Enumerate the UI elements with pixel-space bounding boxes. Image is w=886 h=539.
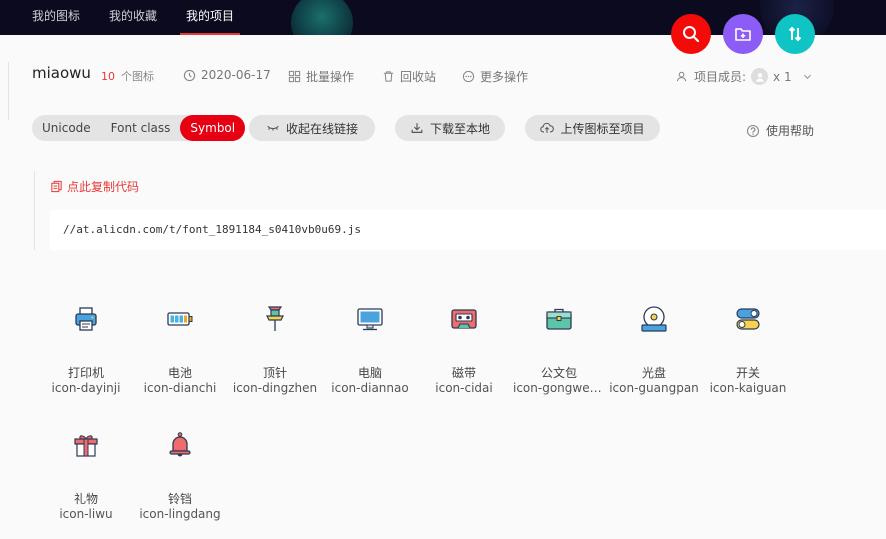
download-label: 下载至本地 bbox=[429, 121, 490, 136]
recycle-bin-label: 回收站 bbox=[400, 70, 437, 84]
download-button[interactable]: 下载至本地 bbox=[395, 115, 505, 141]
chevron-down-icon bbox=[803, 74, 811, 80]
icon-item-dianchi[interactable]: 电池 icon-dianchi bbox=[132, 304, 228, 398]
icon-item-dayinji[interactable]: 打印机 icon-dayinji bbox=[38, 304, 134, 398]
question-circle-icon bbox=[746, 124, 760, 137]
copy-code-link[interactable]: 点此复制代码 bbox=[50, 178, 139, 195]
search-button[interactable] bbox=[671, 14, 711, 54]
pushpin-icon bbox=[266, 306, 284, 331]
upload-icons-label: 上传图标至项目 bbox=[560, 121, 645, 136]
sort-button[interactable] bbox=[775, 14, 815, 54]
icon-name: 电脑 bbox=[357, 366, 382, 380]
icon-font-class: icon-kaiguan bbox=[709, 381, 787, 395]
project-name: miaowu bbox=[32, 64, 91, 82]
icon-font-class: icon-cidai bbox=[435, 381, 493, 395]
gift-icon bbox=[74, 435, 98, 457]
disc-icon bbox=[641, 306, 667, 332]
icon-name: 公文包 bbox=[540, 366, 577, 380]
monitor-icon bbox=[357, 308, 383, 331]
eye-closed-icon bbox=[267, 125, 279, 131]
printer-icon bbox=[75, 307, 97, 331]
nav-my-projects[interactable]: 我的项目 bbox=[180, 0, 241, 35]
icon-font-class: icon-dingzhen bbox=[232, 381, 318, 395]
upload-icons-button[interactable]: 上传图标至项目 bbox=[525, 115, 660, 141]
sort-updown-icon bbox=[788, 26, 802, 42]
more-operations-button[interactable]: 更多操作 bbox=[462, 68, 528, 85]
batch-operation-button[interactable]: 批量操作 bbox=[288, 68, 354, 85]
code-type-tabs: Unicode Font class Symbol bbox=[32, 115, 246, 141]
tab-unicode[interactable]: Unicode bbox=[32, 115, 101, 141]
icon-font-class: icon-lingdang bbox=[139, 507, 221, 521]
members-count: x 1 bbox=[773, 69, 792, 84]
copy-code-label: 点此复制代码 bbox=[67, 180, 140, 194]
toggle-switch-icon bbox=[736, 308, 760, 330]
icon-item-dingzhen[interactable]: 顶针 icon-dingzhen bbox=[227, 304, 323, 398]
icon-font-class: icon-diannao bbox=[331, 381, 409, 395]
new-project-button[interactable] bbox=[723, 14, 763, 54]
icon-font-class: icon-dianchi bbox=[143, 381, 217, 395]
icon-font-class: icon-guangpan bbox=[609, 381, 699, 395]
collapse-link-button[interactable]: 收起在线链接 bbox=[249, 115, 375, 141]
tab-symbol[interactable]: Symbol bbox=[180, 115, 246, 141]
icon-name: 打印机 bbox=[67, 366, 104, 380]
nav-glow-decoration bbox=[291, 0, 353, 35]
icon-item-diannao[interactable]: 电脑 icon-diannao bbox=[322, 304, 418, 398]
icon-count: 10 个图标 bbox=[101, 68, 154, 84]
battery-icon bbox=[167, 312, 193, 326]
briefcase-icon bbox=[546, 308, 572, 330]
tab-font-class[interactable]: Font class bbox=[101, 115, 181, 141]
icon-name: 铃铛 bbox=[167, 492, 192, 506]
nav-my-favorites[interactable]: 我的收藏 bbox=[103, 0, 163, 35]
icon-count-unit: 个图标 bbox=[121, 70, 154, 83]
cassette-icon bbox=[451, 309, 477, 329]
clock-icon bbox=[183, 69, 196, 81]
batch-operation-label: 批量操作 bbox=[306, 70, 355, 84]
icon-item-liwu[interactable]: 礼物 icon-liwu bbox=[38, 430, 134, 524]
icon-name: 电池 bbox=[167, 366, 192, 380]
project-members[interactable]: 项目成员: x 1 bbox=[676, 68, 812, 85]
more-operations-label: 更多操作 bbox=[480, 70, 529, 84]
icon-item-kaiguan[interactable]: 开关 icon-kaiguan bbox=[700, 304, 796, 398]
left-divider bbox=[8, 62, 9, 120]
project-date-text: 2020-06-17 bbox=[201, 68, 271, 82]
copy-icon bbox=[51, 180, 62, 193]
icon-font-class: icon-liwu bbox=[59, 507, 113, 521]
members-label: 项目成员: bbox=[694, 70, 747, 84]
recycle-bin-button[interactable]: 回收站 bbox=[382, 68, 436, 85]
cloud-upload-icon bbox=[540, 122, 555, 133]
icon-name: 顶针 bbox=[262, 366, 287, 380]
bell-icon bbox=[169, 432, 191, 457]
nav-my-icons[interactable]: 我的图标 bbox=[26, 0, 86, 35]
folder-plus-icon bbox=[735, 28, 751, 41]
grid-icon bbox=[288, 70, 301, 83]
help-label: 使用帮助 bbox=[766, 124, 815, 138]
users-icon bbox=[676, 71, 687, 82]
project-date: 2020-06-17 bbox=[183, 68, 271, 82]
trash-icon bbox=[383, 71, 394, 82]
collapse-link-label: 收起在线链接 bbox=[285, 121, 358, 136]
more-icon bbox=[462, 70, 475, 83]
icon-name: 礼物 bbox=[73, 492, 98, 506]
avatar bbox=[751, 68, 769, 85]
help-button[interactable]: 使用帮助 bbox=[746, 122, 814, 139]
icon-item-lingdang[interactable]: 铃铛 icon-lingdang bbox=[132, 430, 228, 524]
icon-font-class: icon-dayinji bbox=[51, 381, 121, 395]
icon-font-class: icon-gongwenbao bbox=[513, 381, 607, 395]
search-icon bbox=[683, 26, 700, 43]
code-url[interactable]: //at.alicdn.com/t/font_1891184_s0410vb0u… bbox=[50, 210, 886, 250]
icon-item-guangpan[interactable]: 光盘 icon-guangpan bbox=[606, 304, 702, 398]
icon-count-number: 10 bbox=[101, 70, 115, 83]
icon-name: 开关 bbox=[735, 366, 760, 380]
icon-item-cidai[interactable]: 磁带 icon-cidai bbox=[416, 304, 512, 398]
icon-item-gongwenbao[interactable]: 公文包 icon-gongwenbao bbox=[511, 304, 607, 398]
download-icon bbox=[411, 123, 423, 133]
icon-name: 磁带 bbox=[451, 366, 476, 380]
icon-name: 光盘 bbox=[641, 366, 666, 380]
